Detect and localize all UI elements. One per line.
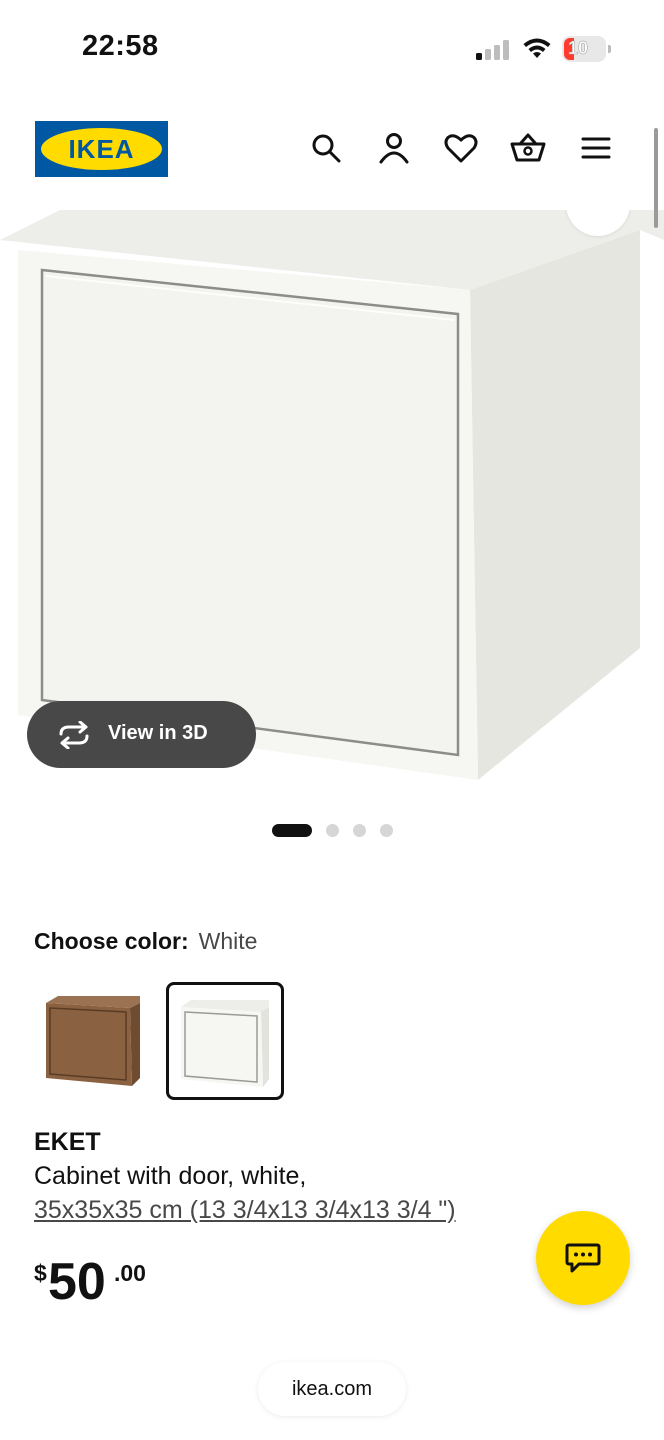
carousel-dot[interactable] xyxy=(353,824,366,837)
color-swatch-white[interactable] xyxy=(166,982,284,1100)
view-in-3d-label: View in 3D xyxy=(108,722,208,744)
product-image-gallery[interactable]: View in 3D xyxy=(0,210,664,810)
product-description: Cabinet with door, white, xyxy=(34,1162,307,1190)
basket-icon[interactable] xyxy=(510,130,546,166)
color-chooser-label: Choose color: White xyxy=(34,928,257,955)
white-cabinet-thumbnail xyxy=(181,1000,269,1087)
status-time: 22:58 xyxy=(82,30,159,62)
rotate-3d-icon xyxy=(59,721,89,749)
color-label: Choose color: xyxy=(34,928,189,954)
carousel-dot[interactable] xyxy=(380,824,393,837)
wifi-icon xyxy=(523,38,551,58)
signal-icon xyxy=(476,40,509,60)
heart-icon[interactable] xyxy=(443,130,479,166)
battery-icon: 10 xyxy=(562,36,611,62)
chat-button[interactable] xyxy=(536,1211,630,1305)
carousel-dot[interactable] xyxy=(326,824,339,837)
product-dimensions-link[interactable]: 35x35x35 cm (13 3/4x13 3/4x13 3/4 ") xyxy=(34,1196,456,1225)
search-icon[interactable] xyxy=(308,130,344,166)
browser-url: ikea.com xyxy=(291,1378,373,1400)
price-decimal: .00 xyxy=(114,1260,146,1286)
site-header: IKEA xyxy=(0,100,664,210)
selected-color: White xyxy=(198,928,258,954)
carousel-dot-active[interactable] xyxy=(272,824,312,837)
browser-url-bar[interactable]: ikea.com xyxy=(258,1362,406,1416)
product-name: EKET xyxy=(34,1128,101,1156)
view-in-3d-button[interactable]: View in 3D xyxy=(27,701,256,768)
battery-level: 10 xyxy=(568,38,589,59)
scrollbar[interactable] xyxy=(654,128,658,228)
menu-icon[interactable] xyxy=(578,130,614,166)
walnut-cabinet-thumbnail xyxy=(46,996,140,1086)
ikea-logo[interactable]: IKEA xyxy=(35,121,168,177)
status-bar: 22:58 10 xyxy=(0,0,664,100)
color-swatch-walnut[interactable] xyxy=(34,982,152,1100)
carousel-dots xyxy=(0,822,664,838)
logo-text: IKEA xyxy=(68,134,135,164)
price-integer: 50 xyxy=(48,1253,106,1311)
price-currency: $ xyxy=(34,1260,47,1286)
chat-icon xyxy=(565,1243,601,1273)
user-icon[interactable] xyxy=(376,130,412,166)
